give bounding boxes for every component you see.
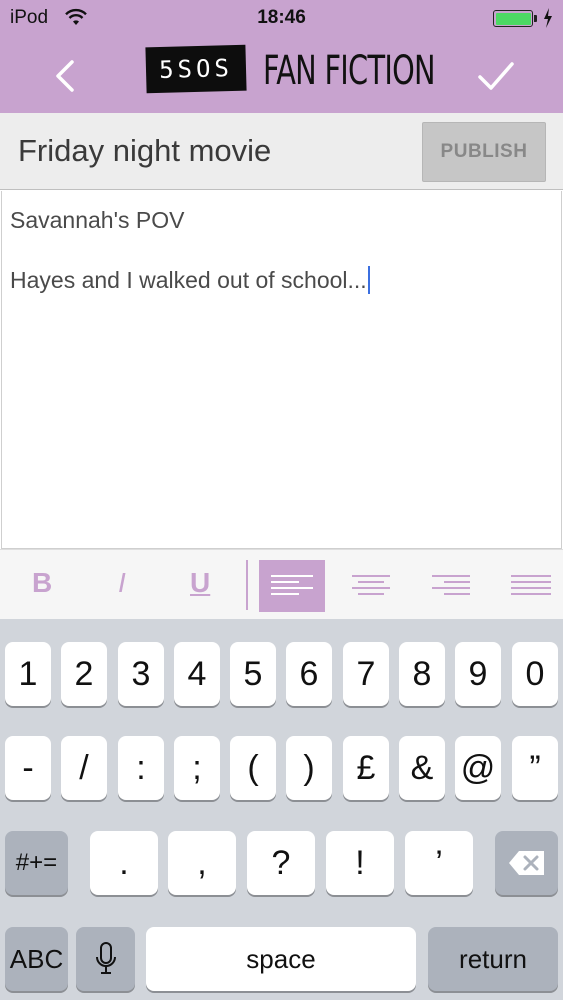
publish-button[interactable]: PUBLISH (422, 122, 546, 182)
key[interactable]: 5 (230, 642, 276, 706)
bold-button[interactable]: B (32, 567, 52, 599)
story-title-input[interactable] (18, 129, 398, 173)
key[interactable]: & (399, 736, 445, 800)
key[interactable]: 2 (61, 642, 107, 706)
italic-button[interactable]: I (118, 567, 126, 599)
key[interactable]: . (90, 831, 158, 895)
keyboard: 1 2 3 4 5 6 7 8 9 0 - / : ; ( ) £ & @ ” … (0, 619, 563, 1000)
key[interactable]: 7 (343, 642, 389, 706)
bolt-icon (544, 8, 552, 28)
key[interactable]: ! (326, 831, 394, 895)
format-toolbar: B I U (0, 549, 563, 619)
story-editor[interactable]: Savannah's POV Hayes and I walked out of… (1, 191, 562, 549)
key[interactable]: : (118, 736, 164, 800)
key[interactable]: 3 (118, 642, 164, 706)
key[interactable]: ( (230, 736, 276, 800)
editor-line: Hayes and I walked out of school... (10, 266, 371, 294)
align-justify-icon[interactable] (497, 560, 563, 612)
status-bar: iPod 18:46 (0, 0, 563, 36)
key[interactable]: ’ (405, 831, 473, 895)
key[interactable]: 8 (399, 642, 445, 706)
editor-line: Savannah's POV (10, 207, 185, 233)
dictation-button[interactable] (76, 927, 135, 991)
logo-badge: 5SOS (145, 44, 247, 94)
space-key[interactable]: space (146, 927, 416, 991)
key[interactable]: - (5, 736, 51, 800)
battery-icon (493, 10, 533, 27)
align-right-icon[interactable] (418, 560, 484, 612)
battery-tip (534, 15, 537, 22)
key[interactable]: ? (247, 831, 315, 895)
done-button[interactable] (475, 58, 517, 94)
underline-button[interactable]: U (190, 567, 210, 599)
back-button[interactable] (46, 56, 86, 96)
key[interactable]: 0 (512, 642, 558, 706)
microphone-icon (95, 942, 116, 974)
key[interactable]: ” (512, 736, 558, 800)
app-header: iPod 18:46 5SOS FAN FICTION (0, 0, 563, 113)
key[interactable]: / (61, 736, 107, 800)
key[interactable]: 4 (174, 642, 220, 706)
text-caret (367, 266, 371, 294)
backspace-icon (508, 851, 544, 875)
align-left-icon[interactable] (259, 560, 325, 612)
key[interactable]: 9 (455, 642, 501, 706)
abc-key[interactable]: ABC (5, 927, 68, 991)
key[interactable]: @ (455, 736, 501, 800)
key[interactable]: 1 (5, 642, 51, 706)
logo-title: FAN FICTION (263, 48, 436, 94)
key[interactable]: 6 (286, 642, 332, 706)
clock: 18:46 (257, 7, 306, 28)
key[interactable]: , (168, 831, 236, 895)
title-row: PUBLISH (0, 113, 563, 190)
more-symbols-key[interactable]: #+= (5, 831, 68, 895)
backspace-button[interactable] (495, 831, 558, 895)
key[interactable]: ; (174, 736, 220, 800)
align-center-icon[interactable] (338, 560, 404, 612)
key[interactable]: £ (343, 736, 389, 800)
return-key[interactable]: return (428, 927, 558, 991)
toolbar-divider (246, 560, 248, 610)
key[interactable]: ) (286, 736, 332, 800)
